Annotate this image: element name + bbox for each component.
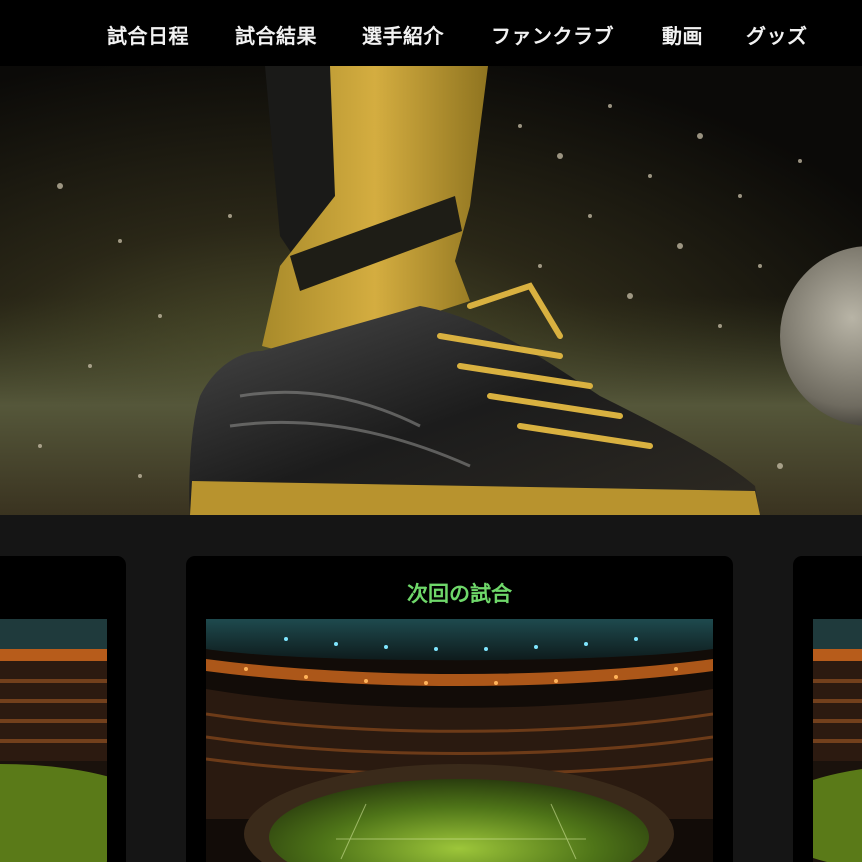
match-card-upcoming[interactable] [793, 556, 862, 862]
next-match-title: 次回の試合 [407, 582, 512, 606]
stadium-image [813, 619, 862, 862]
match-cards-section: 次回の試合 [0, 515, 862, 862]
nav-item-videos[interactable]: 動画 [662, 20, 703, 49]
stadium-illustration [813, 619, 862, 862]
stadium-image [206, 619, 713, 862]
stadium-image [0, 619, 107, 862]
nav-item-goods[interactable]: グッズ [746, 20, 808, 49]
top-navigation: 試合日程 試合結果 選手紹介 ファンクラブ 動画 グッズ [0, 0, 862, 66]
match-card-previous[interactable] [0, 556, 126, 862]
nav-item-schedule[interactable]: 試合日程 [107, 20, 189, 49]
hero-banner [0, 66, 862, 515]
hero-image [0, 66, 862, 515]
next-match-card[interactable]: 次回の試合 [186, 556, 733, 862]
stadium-illustration [206, 619, 713, 862]
nav-item-results[interactable]: 試合結果 [235, 20, 317, 49]
nav-item-fanclub[interactable]: ファンクラブ [491, 20, 614, 49]
stadium-illustration [0, 619, 107, 862]
nav-item-players[interactable]: 選手紹介 [362, 20, 444, 49]
